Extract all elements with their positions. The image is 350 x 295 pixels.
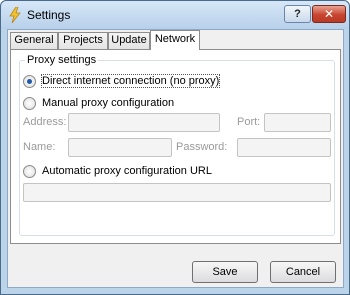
cancel-button[interactable]: Cancel bbox=[270, 261, 336, 283]
title-bar[interactable]: Settings ? ✕ bbox=[1, 1, 349, 29]
close-button[interactable]: ✕ bbox=[312, 5, 346, 23]
close-icon: ✕ bbox=[323, 7, 335, 21]
network-tab-page: Proxy settings Direct internet connectio… bbox=[10, 49, 341, 244]
manual-proxy-radio[interactable] bbox=[23, 96, 36, 110]
manual-proxy-option[interactable]: Manual proxy configuration bbox=[23, 96, 174, 110]
address-input[interactable] bbox=[68, 113, 220, 132]
direct-connection-option[interactable]: Direct internet connection (no proxy) bbox=[23, 74, 221, 88]
settings-dialog: Settings ? ✕ General Projects Update Net… bbox=[0, 0, 350, 295]
port-label: Port: bbox=[237, 116, 261, 128]
direct-connection-label[interactable]: Direct internet connection (no proxy) bbox=[40, 74, 221, 88]
direct-connection-radio[interactable] bbox=[23, 74, 36, 88]
tab-general[interactable]: General bbox=[10, 32, 58, 49]
password-label: Password: bbox=[176, 141, 228, 153]
tab-projects[interactable]: Projects bbox=[58, 32, 108, 49]
tab-network[interactable]: Network bbox=[150, 30, 200, 50]
window-title: Settings bbox=[27, 8, 71, 22]
automatic-proxy-option[interactable]: Automatic proxy configuration URL bbox=[23, 164, 212, 178]
name-input[interactable] bbox=[68, 138, 172, 157]
name-label: Name: bbox=[23, 141, 56, 153]
password-input[interactable] bbox=[237, 138, 331, 157]
manual-proxy-label[interactable]: Manual proxy configuration bbox=[42, 97, 174, 109]
proxy-settings-legend: Proxy settings bbox=[25, 54, 99, 66]
port-input[interactable] bbox=[264, 113, 331, 132]
proxy-settings-group: Proxy settings Direct internet connectio… bbox=[19, 54, 335, 236]
save-button[interactable]: Save bbox=[192, 261, 258, 283]
tab-update[interactable]: Update bbox=[108, 32, 150, 49]
address-label: Address: bbox=[23, 116, 67, 128]
automatic-proxy-radio[interactable] bbox=[23, 164, 36, 178]
proxy-url-input[interactable] bbox=[23, 183, 331, 202]
help-button[interactable]: ? bbox=[284, 5, 311, 23]
help-icon: ? bbox=[294, 8, 301, 20]
lightning-bolt-icon bbox=[9, 7, 21, 23]
dialog-body: General Projects Update Network Proxy se… bbox=[7, 29, 344, 288]
automatic-proxy-label[interactable]: Automatic proxy configuration URL bbox=[42, 165, 212, 177]
